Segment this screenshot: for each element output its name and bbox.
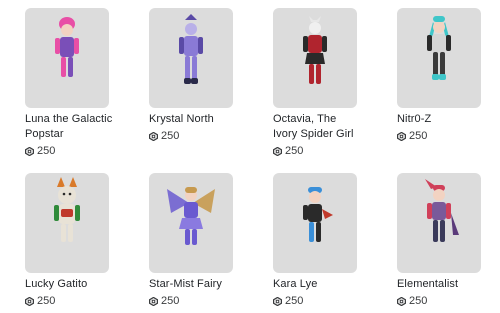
item-name[interactable]: Kara Lye [273, 277, 373, 292]
item-price: 250 [25, 144, 55, 158]
item-name[interactable]: Lucky Gatito [25, 277, 125, 292]
item-thumbnail[interactable] [149, 173, 233, 273]
catalog-item-card[interactable]: Krystal North 250 [149, 8, 239, 158]
robux-icon [273, 296, 282, 306]
item-thumbnail[interactable] [273, 8, 357, 108]
item-price: 250 [397, 129, 427, 143]
item-name[interactable]: Elementalist [397, 277, 497, 292]
avatar-figure [303, 187, 333, 242]
item-thumbnail[interactable] [149, 8, 233, 108]
robux-icon [25, 146, 34, 156]
avatar-figure [54, 177, 80, 242]
catalog-item-card[interactable]: Kara Lye 250 [273, 173, 363, 313]
catalog-item-card[interactable]: Lucky Gatito 250 [25, 173, 115, 313]
avatar-figure [427, 16, 451, 80]
item-thumbnail[interactable] [25, 173, 109, 273]
robux-icon [397, 296, 406, 306]
item-name[interactable]: Star-Mist Fairy [149, 277, 249, 292]
item-name[interactable]: Luna the Galactic Popstar [25, 112, 125, 142]
catalog-item-card[interactable]: Octavia, The Ivory Spider Girl 250 [273, 8, 363, 158]
avatar-figure [303, 16, 327, 84]
item-thumbnail[interactable] [273, 173, 357, 273]
robux-icon [273, 146, 282, 156]
item-price: 250 [149, 294, 179, 308]
item-name[interactable]: Octavia, The Ivory Spider Girl [273, 112, 373, 142]
avatar-figure [55, 17, 79, 77]
item-price: 250 [273, 144, 303, 158]
catalog-item-card[interactable]: Elementalist 250 [397, 173, 487, 313]
item-name[interactable]: Krystal North [149, 112, 249, 127]
catalog-item-card[interactable]: Nitr0-Z 250 [397, 8, 487, 158]
catalog-item-card[interactable]: Star-Mist Fairy 250 [149, 173, 239, 313]
item-name[interactable]: Nitr0-Z [397, 112, 497, 127]
robux-icon [397, 131, 406, 141]
item-price: 250 [149, 129, 179, 143]
catalog-item-card[interactable]: Luna the Galactic Popstar 250 [25, 8, 115, 158]
item-price: 250 [273, 294, 303, 308]
item-thumbnail[interactable] [397, 173, 481, 273]
item-price: 250 [397, 294, 427, 308]
catalog-grid: Luna the Galactic Popstar 250 Krystal No… [0, 0, 500, 313]
avatar-figure [167, 187, 215, 245]
avatar-figure [179, 14, 203, 84]
robux-icon [149, 296, 158, 306]
item-price: 250 [25, 294, 55, 308]
robux-icon [149, 131, 158, 141]
avatar-figure [425, 179, 459, 242]
item-thumbnail[interactable] [25, 8, 109, 108]
item-thumbnail[interactable] [397, 8, 481, 108]
robux-icon [25, 296, 34, 306]
